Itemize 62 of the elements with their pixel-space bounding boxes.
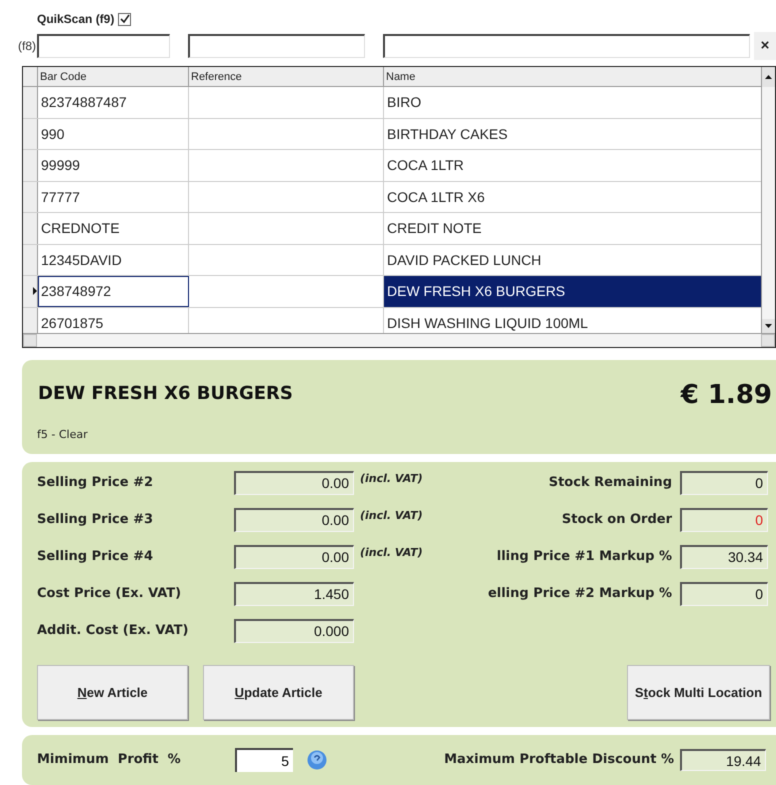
vat-note: (incl. VAT) (360, 471, 423, 487)
row-pointer-icon (33, 287, 37, 296)
value-field[interactable]: 0 (680, 471, 768, 495)
value-field[interactable]: 0 (680, 582, 768, 606)
value-field[interactable]: 0.00 (234, 545, 354, 569)
horizontal-scrollbar[interactable] (23, 333, 775, 347)
scroll-up-icon[interactable] (765, 75, 772, 79)
value-field[interactable]: 30.34 (680, 545, 768, 569)
field-label: elling Price #2 Markup % (488, 585, 673, 604)
value-field[interactable]: 0.000 (234, 619, 354, 643)
clear-hint: f5 - Clear (37, 427, 88, 443)
scroll-down-icon[interactable] (765, 324, 772, 328)
field-label: Stock on Order (562, 511, 673, 530)
table-cell: CREDNOTE (38, 213, 189, 244)
field-label: Maximum Proftable Discount % (444, 751, 675, 770)
value-field[interactable]: 0.00 (234, 508, 354, 532)
name-filter-field[interactable] (383, 34, 750, 58)
field-label: lling Price #1 Markup % (496, 548, 673, 566)
field-label: Stock Remaining (548, 474, 673, 492)
table-cell: 99999 (38, 150, 189, 180)
field-label: Cost Price (Ex. VAT) (37, 585, 182, 604)
field-label: Selling Price #3 (37, 511, 154, 530)
field-label: Mimimum Profit % (37, 751, 182, 770)
minimum-profit-field[interactable]: 5 (235, 748, 293, 772)
vat-note: (incl. VAT) (360, 508, 423, 524)
table-cell: 12345DAVID (38, 244, 189, 275)
table-cell: 238748972 (38, 276, 189, 306)
row-header[interactable] (23, 276, 38, 306)
column-header[interactable]: Bar Code (38, 67, 189, 86)
table-cell-text: COCA 1LTR X6 (386, 188, 486, 206)
table-cell-text: BIRO (386, 93, 422, 112)
value-field[interactable]: 1.450 (234, 582, 354, 606)
new-article-button[interactable]: New Article (37, 665, 188, 720)
table-cell: 82374887487 (38, 87, 189, 118)
clear-filter-button[interactable]: × (754, 32, 776, 60)
quick-scan-label: QuikScan (f9) (37, 11, 114, 28)
table-cell: 990 (38, 118, 189, 149)
article-name: DEW FRESH X6 BURGERS (38, 382, 293, 406)
quick-scan-checkbox[interactable] (118, 12, 132, 26)
value-field[interactable]: 19.44 (680, 749, 766, 771)
table-cell-text: DAVID PACKED LUNCH (386, 250, 542, 270)
help-icon[interactable] (307, 750, 327, 770)
table-cell-text: COCA 1LTR (386, 156, 465, 175)
column-header[interactable]: Reference (189, 67, 384, 86)
vat-note: (incl. VAT) (360, 545, 423, 561)
article-price: € 1.89 (680, 379, 772, 412)
reference-filter-field[interactable] (188, 34, 365, 58)
table-cell: 77777 (38, 182, 189, 212)
table-cell: DEW FRESH X6 BURGERS (384, 276, 763, 306)
stock-location-button[interactable]: Stock Multi Location (627, 665, 770, 720)
value-field[interactable]: 0.00 (234, 471, 354, 495)
table-cell-text: CREDIT NOTE (386, 219, 483, 238)
vertical-scrollbar[interactable] (761, 67, 775, 333)
table-cell-text: BIRTHDAY CAKES (386, 124, 509, 144)
field-label: Addit. Cost (Ex. VAT) (37, 622, 190, 640)
field-label: Selling Price #4 (37, 548, 154, 566)
shortcut-label: (f8) (17, 38, 37, 55)
field-label: Selling Price #2 (37, 474, 154, 492)
update-article-button[interactable]: Update Article (203, 665, 354, 720)
table-cell-text: DISH WASHING LIQUID 100ML (386, 314, 589, 333)
value-field[interactable]: 0 (680, 508, 768, 532)
bar-code-filter-field[interactable] (37, 34, 170, 58)
